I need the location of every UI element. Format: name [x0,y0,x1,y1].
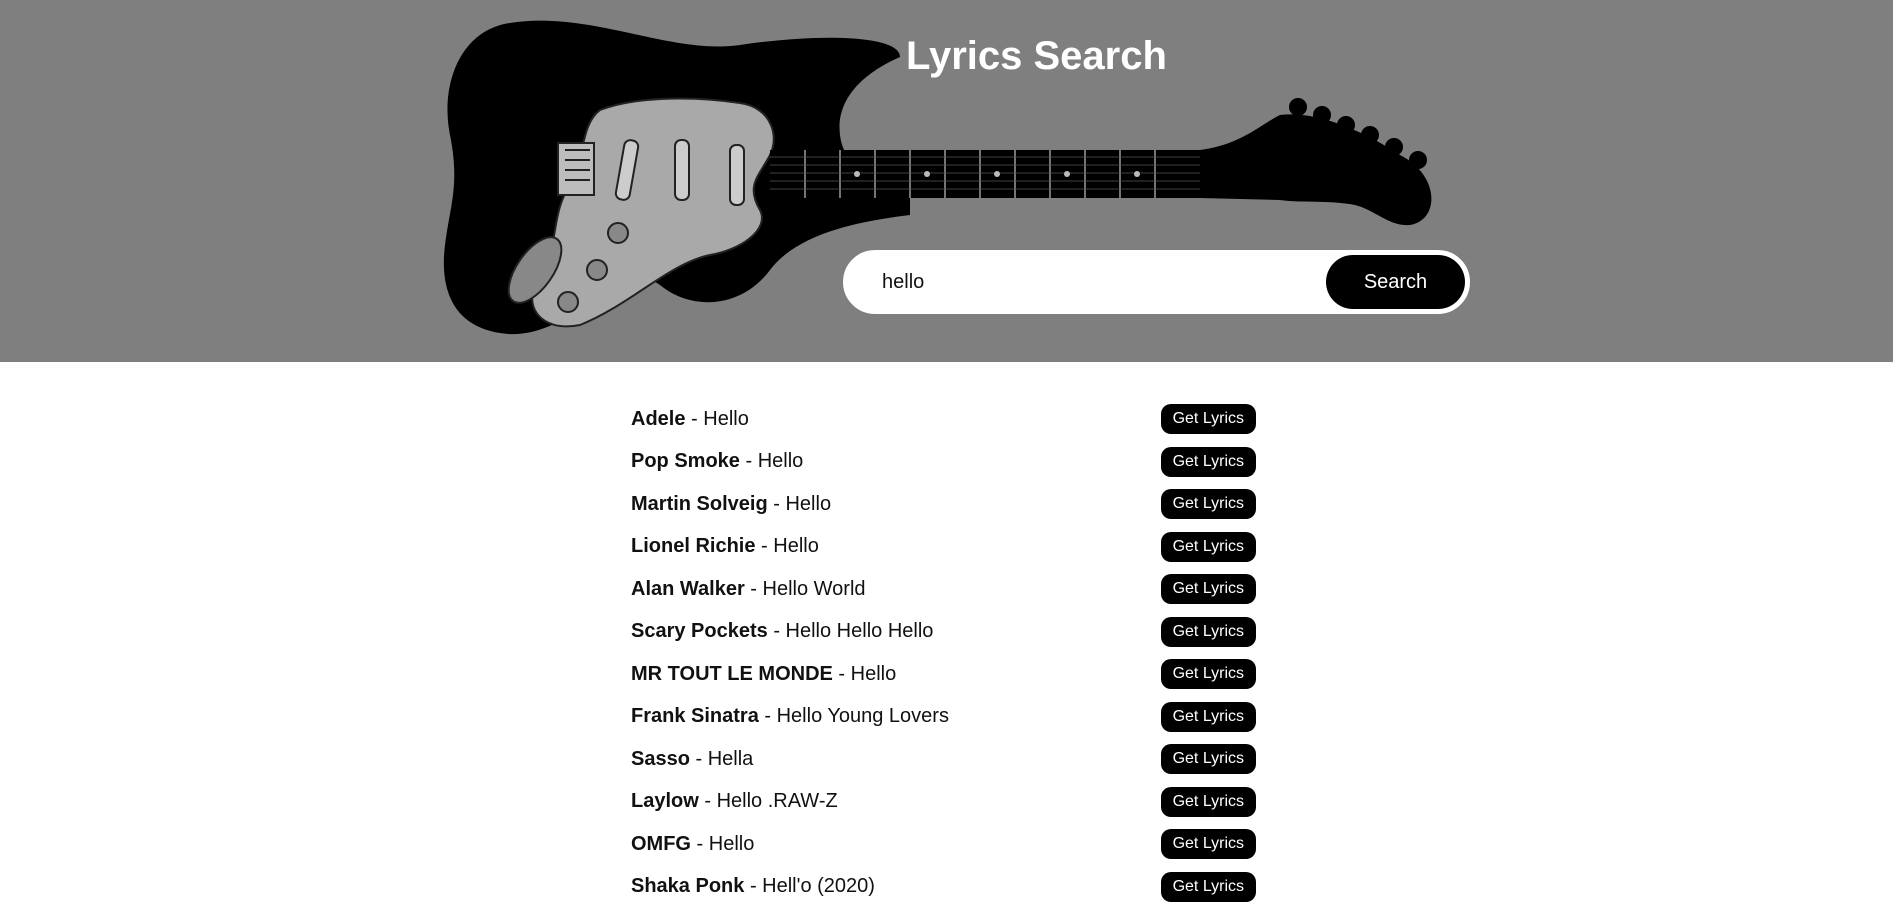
song-line: OMFG - Hello [631,833,754,856]
get-lyrics-button[interactable]: Get Lyrics [1161,787,1256,817]
song-line: Adele - Hello [631,408,749,431]
artist-name: Laylow [631,790,699,812]
separator: - [699,790,717,812]
separator: - [768,620,786,642]
song-line: Sasso - Hella [631,748,753,771]
separator: - [744,875,762,897]
separator: - [833,663,851,685]
page-title: Lyrics Search [906,34,1167,79]
get-lyrics-button[interactable]: Get Lyrics [1161,872,1256,902]
get-lyrics-button[interactable]: Get Lyrics [1161,532,1256,562]
artist-name: Pop Smoke [631,450,740,472]
song-title: Hello Hello Hello [786,620,934,642]
artist-name: OMFG [631,833,691,855]
list-item: Frank Sinatra - Hello Young Lovers Get L… [631,696,1256,739]
get-lyrics-button[interactable]: Get Lyrics [1161,489,1256,519]
list-item: Laylow - Hello .RAW-Z Get Lyrics [631,781,1256,824]
list-item: Pop Smoke - Hello Get Lyrics [631,441,1256,484]
list-item: OMFG - Hello Get Lyrics [631,823,1256,866]
artist-name: Adele [631,408,685,430]
song-line: MR TOUT LE MONDE - Hello [631,663,896,686]
get-lyrics-button[interactable]: Get Lyrics [1161,744,1256,774]
separator: - [759,705,777,727]
song-title: Hello [703,408,749,430]
artist-name: MR TOUT LE MONDE [631,663,833,685]
list-item: Sasso - Hella Get Lyrics [631,738,1256,781]
separator: - [740,450,758,472]
list-item: Martin Solveig - Hello Get Lyrics [631,483,1256,526]
artist-name: Lionel Richie [631,535,755,557]
separator: - [768,493,786,515]
get-lyrics-button[interactable]: Get Lyrics [1161,404,1256,434]
song-title: Hello [758,450,804,472]
song-title: Hello [851,663,897,685]
search-input[interactable] [882,263,1322,301]
song-title: Hell'o (2020) [762,875,875,897]
artist-name: Shaka Ponk [631,875,744,897]
list-item: Shaka Ponk - Hell'o (2020) Get Lyrics [631,866,1256,908]
song-line: Scary Pockets - Hello Hello Hello [631,620,933,643]
song-title: Hello [785,493,831,515]
list-item: MR TOUT LE MONDE - Hello Get Lyrics [631,653,1256,696]
search-button[interactable]: Search [1326,255,1465,309]
artist-name: Scary Pockets [631,620,768,642]
results-list: Adele - Hello Get Lyrics Pop Smoke - Hel… [631,398,1256,908]
list-item: Adele - Hello Get Lyrics [631,398,1256,441]
get-lyrics-button[interactable]: Get Lyrics [1161,574,1256,604]
song-title: Hella [708,748,754,770]
list-item: Lionel Richie - Hello Get Lyrics [631,526,1256,569]
song-line: Alan Walker - Hello World [631,578,866,601]
artist-name: Frank Sinatra [631,705,759,727]
artist-name: Martin Solveig [631,493,768,515]
separator: - [745,578,763,600]
header-banner: Lyrics Search Search [0,0,1893,362]
song-title: Hello [773,535,819,557]
song-line: Martin Solveig - Hello [631,493,831,516]
song-title: Hello .RAW-Z [717,790,838,812]
get-lyrics-button[interactable]: Get Lyrics [1161,829,1256,859]
song-title: Hello Young Lovers [777,705,949,727]
get-lyrics-button[interactable]: Get Lyrics [1161,447,1256,477]
get-lyrics-button[interactable]: Get Lyrics [1161,617,1256,647]
song-line: Pop Smoke - Hello [631,450,803,473]
search-form: Search [843,250,1470,314]
separator: - [755,535,773,557]
song-line: Lionel Richie - Hello [631,535,819,558]
list-item: Alan Walker - Hello World Get Lyrics [631,568,1256,611]
get-lyrics-button[interactable]: Get Lyrics [1161,659,1256,689]
separator: - [690,748,708,770]
artist-name: Alan Walker [631,578,745,600]
separator: - [685,408,703,430]
song-title: Hello [709,833,755,855]
song-line: Shaka Ponk - Hell'o (2020) [631,875,875,898]
artist-name: Sasso [631,748,690,770]
song-line: Frank Sinatra - Hello Young Lovers [631,705,949,728]
separator: - [691,833,709,855]
song-line: Laylow - Hello .RAW-Z [631,790,838,813]
song-title: Hello World [763,578,866,600]
get-lyrics-button[interactable]: Get Lyrics [1161,702,1256,732]
list-item: Scary Pockets - Hello Hello Hello Get Ly… [631,611,1256,654]
